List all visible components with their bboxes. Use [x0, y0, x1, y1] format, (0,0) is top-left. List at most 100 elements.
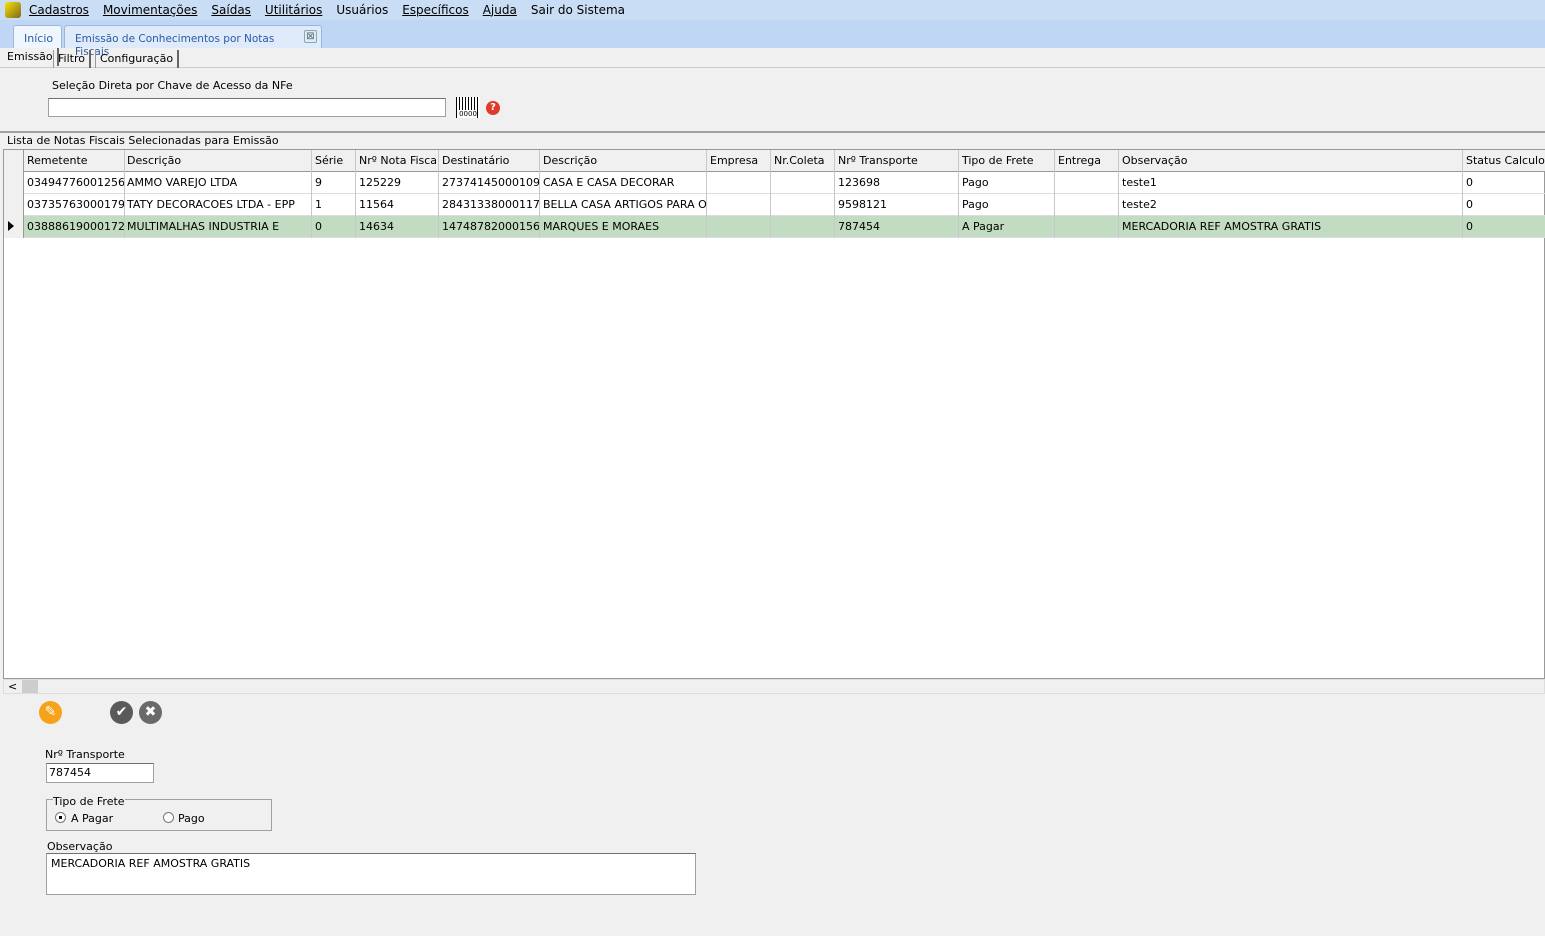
transporte-label: Nrº Transporte [45, 748, 125, 761]
column-header[interactable]: Descrição [124, 150, 312, 172]
table-cell[interactable]: TATY DECORACOES LTDA - EPP [124, 194, 312, 216]
table-cell[interactable]: MULTIMALHAS INDUSTRIA E [124, 216, 312, 238]
grid-title: Lista de Notas Fiscais Selecionadas para… [7, 134, 281, 147]
column-header[interactable]: Descrição [540, 150, 707, 172]
table-cell[interactable]: 0 [1463, 172, 1545, 194]
column-header[interactable]: Destinatário [439, 150, 540, 172]
column-header[interactable]: Status Calculo [1463, 150, 1545, 172]
observacao-label: Observação [47, 840, 113, 853]
menu-sair[interactable]: Sair do Sistema [531, 3, 625, 17]
table-cell[interactable] [707, 216, 771, 238]
column-header[interactable]: Empresa [707, 150, 771, 172]
table-cell[interactable]: teste2 [1119, 194, 1463, 216]
table-cell[interactable] [1055, 194, 1119, 216]
table-cell[interactable] [707, 194, 771, 216]
column-header[interactable]: Nrº Transporte [835, 150, 959, 172]
tab-label: Início [24, 32, 54, 45]
table-cell[interactable]: Pago [959, 194, 1055, 216]
menu-cadastros[interactable]: Cadastros [29, 3, 89, 17]
notas-grid[interactable]: Remetente Descrição Série Nrº Nota Fiscal De… [3, 149, 1545, 679]
column-header[interactable]: Nrº Nota Fiscal [356, 150, 439, 172]
scroll-left-icon[interactable]: < [8, 680, 17, 693]
row-header[interactable] [4, 172, 24, 194]
table-cell[interactable] [771, 172, 835, 194]
table-cell[interactable]: Pago [959, 172, 1055, 194]
table-cell[interactable]: 03888619000172 [24, 216, 125, 238]
table-cell[interactable]: 03494776001256 [24, 172, 125, 194]
table-cell[interactable]: AMMO VAREJO LTDA [124, 172, 312, 194]
table-cell[interactable]: BELLA CASA ARTIGOS PARA O [540, 194, 707, 216]
menu-especificos[interactable]: Específicos [402, 3, 469, 17]
barcode-icon[interactable]: 0000 [456, 97, 480, 118]
current-row-indicator-icon [8, 221, 14, 231]
menu-saidas[interactable]: Saídas [211, 3, 251, 17]
table-cell[interactable]: 0 [1463, 194, 1545, 216]
table-cell[interactable]: 1 [312, 194, 356, 216]
menu-usuarios[interactable]: Usuários [336, 3, 388, 17]
help-icon[interactable]: ? [486, 101, 500, 115]
table-header[interactable]: Remetente Descrição Série Nrº Nota Fiscal De… [4, 150, 1545, 172]
table-cell[interactable]: CASA E CASA DECORAR [540, 172, 707, 194]
table-cell[interactable] [1055, 216, 1119, 238]
table-cell[interactable]: 787454 [835, 216, 959, 238]
tab-inicio[interactable]: Início [13, 25, 62, 48]
row-header[interactable] [4, 216, 24, 238]
table-cell[interactable]: A Pagar [959, 216, 1055, 238]
menu-bar: Cadastros Movimentações Saídas Utilitári… [0, 0, 1545, 20]
table-cell[interactable] [707, 172, 771, 194]
column-header[interactable]: Entrega [1055, 150, 1119, 172]
observacao-textarea[interactable]: MERCADORIA REF AMOSTRA GRATIS [46, 853, 696, 895]
menu-ajuda[interactable]: Ajuda [483, 3, 517, 17]
row-header[interactable] [4, 150, 24, 172]
table-cell[interactable] [771, 194, 835, 216]
scroll-thumb[interactable] [22, 680, 38, 693]
column-header[interactable]: Observação [1119, 150, 1463, 172]
menu-movimentacoes[interactable]: Movimentações [103, 3, 197, 17]
table-cell[interactable]: 11564 [356, 194, 439, 216]
column-header[interactable]: Nr.Coleta [771, 150, 835, 172]
menu-utilitarios[interactable]: Utilitários [265, 3, 322, 17]
table-cell[interactable]: 9 [312, 172, 356, 194]
table-row[interactable]: 03888619000172 MULTIMALHAS INDUSTRIA E 0 14… [4, 216, 1545, 238]
table-cell[interactable]: MERCADORIA REF AMOSTRA GRATIS [1119, 216, 1463, 238]
app-logo-icon [5, 2, 21, 18]
radio-pago[interactable] [163, 812, 174, 823]
nfe-key-input[interactable] [48, 98, 446, 117]
radio-pago-label[interactable]: Pago [178, 812, 205, 825]
horizontal-scrollbar[interactable]: < [3, 679, 1545, 694]
subtab-emissao[interactable]: Emissão [3, 48, 59, 66]
table-cell[interactable]: 9598121 [835, 194, 959, 216]
subtab-filtro[interactable]: Filtro [53, 50, 91, 68]
table-cell[interactable]: 28431338000117 [439, 194, 540, 216]
table-row[interactable]: 03494776001256 AMMO VAREJO LTDA 9 125229 273… [4, 172, 1545, 194]
column-header[interactable]: Remetente [24, 150, 125, 172]
tab-emissao-conhecimentos[interactable]: Emissão de Conhecimentos por Notas Fisca… [64, 25, 322, 58]
table-cell[interactable]: 27374145000109 [439, 172, 540, 194]
row-header[interactable] [4, 194, 24, 216]
close-tab-icon[interactable]: ⊠ [304, 30, 317, 43]
edit-button[interactable]: ✎ [39, 701, 62, 724]
table-cell[interactable]: 125229 [356, 172, 439, 194]
table-cell[interactable]: MARQUES E MORAES [540, 216, 707, 238]
radio-a-pagar-label[interactable]: A Pagar [71, 812, 113, 825]
confirm-button[interactable]: ✔ [110, 701, 133, 724]
table-cell[interactable]: 14634 [356, 216, 439, 238]
cancel-button[interactable]: ✖ [139, 701, 162, 724]
table-cell[interactable] [1055, 172, 1119, 194]
table-cell[interactable]: teste1 [1119, 172, 1463, 194]
table-cell[interactable]: 03735763000179 [24, 194, 125, 216]
transporte-input[interactable]: 787454 [46, 763, 154, 783]
table-cell[interactable] [771, 216, 835, 238]
subtab-configuracao[interactable]: Configuração [95, 50, 180, 68]
table-cell[interactable]: 0 [312, 216, 356, 238]
table-cell[interactable]: 123698 [835, 172, 959, 194]
document-tabs: Início Emissão de Conhecimentos por Nota… [0, 20, 1545, 58]
table-row[interactable]: 03735763000179 TATY DECORACOES LTDA - EPP… [4, 194, 1545, 216]
nfe-key-label: Seleção Direta por Chave de Acesso da NF… [52, 79, 293, 92]
radio-a-pagar[interactable] [55, 812, 66, 823]
column-header[interactable]: Tipo de Frete [959, 150, 1055, 172]
table-cell[interactable]: 14748782000156 [439, 216, 540, 238]
table-cell[interactable]: 0 [1463, 216, 1545, 238]
column-header[interactable]: Série [312, 150, 356, 172]
sub-tabs: Emissão Filtro Configuração [0, 48, 1545, 68]
